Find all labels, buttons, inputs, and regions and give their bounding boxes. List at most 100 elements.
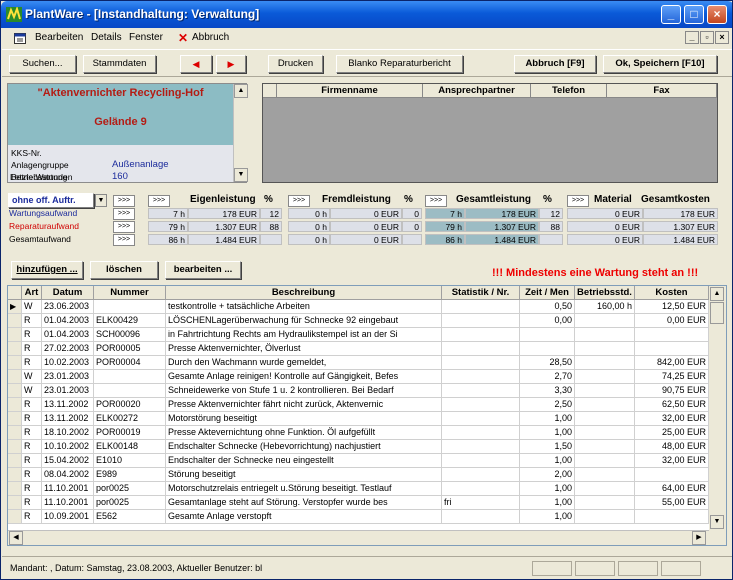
mdi-minimize-button[interactable]: _ xyxy=(685,31,699,44)
col-statistik[interactable]: Statistik / Nr. xyxy=(442,286,520,300)
grid-cell[interactable] xyxy=(575,356,635,370)
grid-cell[interactable] xyxy=(442,454,520,468)
row-selector[interactable] xyxy=(8,440,22,454)
col-firmenname[interactable]: Firmenname xyxy=(277,84,423,98)
minimize-button[interactable]: _ xyxy=(661,5,681,24)
grid-cell[interactable]: R xyxy=(22,342,42,356)
grid-cell[interactable]: Presse Aktenvernichter fährt nicht zurüc… xyxy=(166,398,442,412)
grid-cell[interactable]: E562 xyxy=(94,510,166,524)
grid-cell[interactable]: Gesamtanlage steht auf Störung. Verstopf… xyxy=(166,496,442,510)
row-selector[interactable] xyxy=(8,510,22,524)
stammdaten-button[interactable]: Stammdaten xyxy=(83,55,156,73)
title-bar[interactable]: PlantWare - [Instandhaltung: Verwaltung]… xyxy=(1,1,732,28)
grid-cell[interactable]: in Fahrtrichtung Rechts am Hydraulikstem… xyxy=(166,328,442,342)
grid-cell[interactable]: 1,00 xyxy=(520,510,575,524)
grid-cell[interactable]: 3,30 xyxy=(520,384,575,398)
row-selector[interactable] xyxy=(8,482,22,496)
grid-cell[interactable]: R xyxy=(22,510,42,524)
grid-cell[interactable]: 23.01.2003 xyxy=(42,370,94,384)
grid-cell[interactable] xyxy=(442,468,520,482)
grid-cell[interactable] xyxy=(442,314,520,328)
grid-cell[interactable]: Schneidewerke von Stufe 1 u. 2 kontrolli… xyxy=(166,384,442,398)
grid-cell[interactable]: ELK00429 xyxy=(94,314,166,328)
gesamt-more-button[interactable]: >>> xyxy=(425,195,447,207)
suchen-button[interactable]: Suchen... xyxy=(9,55,76,73)
grid-cell[interactable]: R xyxy=(22,482,42,496)
row-selector[interactable] xyxy=(8,342,22,356)
row-selector[interactable] xyxy=(8,426,22,440)
row-selector[interactable] xyxy=(8,468,22,482)
grid-cell[interactable] xyxy=(520,328,575,342)
grid-cell[interactable]: R xyxy=(22,328,42,342)
ok-speichern-button[interactable]: Ok, Speichern [F10] xyxy=(603,55,717,73)
grid-cell[interactable]: POR00004 xyxy=(94,356,166,370)
grid-cell[interactable] xyxy=(575,496,635,510)
grid-cell[interactable]: POR00019 xyxy=(94,426,166,440)
eigen-more-button[interactable]: >>> xyxy=(148,195,170,207)
grid-cell[interactable] xyxy=(575,370,635,384)
col-betriebsstd[interactable]: Betriebsstd. xyxy=(575,286,635,300)
grid-vertical-scrollbar[interactable]: ▲ ▼ xyxy=(709,286,726,545)
grid-cell[interactable] xyxy=(94,384,166,398)
grid-cell[interactable] xyxy=(442,342,520,356)
scroll-down-icon[interactable]: ▼ xyxy=(234,168,248,182)
grid-cell[interactable]: 1,00 xyxy=(520,482,575,496)
grid-scroll-left-icon[interactable]: ◀ xyxy=(9,531,23,545)
grid-cell[interactable] xyxy=(635,468,709,482)
grid-scroll-thumb[interactable] xyxy=(710,302,724,324)
row-selector[interactable] xyxy=(8,314,22,328)
grid-cell[interactable]: Endschalter Schnecke (Hebevorrichtung) n… xyxy=(166,440,442,454)
grid-cell[interactable]: E989 xyxy=(94,468,166,482)
grid-cell[interactable]: LÖSCHENLagerüberwachung für Schnecke 92 … xyxy=(166,314,442,328)
grid-cell[interactable] xyxy=(442,412,520,426)
mdi-close-button[interactable]: × xyxy=(715,31,729,44)
grid-cell[interactable]: 01.04.2003 xyxy=(42,314,94,328)
grid-cell[interactable]: R xyxy=(22,356,42,370)
grid-cell[interactable] xyxy=(575,412,635,426)
grid-cell[interactable]: 64,00 EUR xyxy=(635,482,709,496)
grid-cell[interactable] xyxy=(442,370,520,384)
grid-cell[interactable]: 1,00 xyxy=(520,496,575,510)
grid-cell[interactable]: 90,75 EUR xyxy=(635,384,709,398)
grid-cell[interactable]: 74,25 EUR xyxy=(635,370,709,384)
row-selector[interactable] xyxy=(8,412,22,426)
grid-cell[interactable]: R xyxy=(22,496,42,510)
grid-cell[interactable]: POR00020 xyxy=(94,398,166,412)
menu-abbruch[interactable]: Abbruch xyxy=(192,32,229,43)
info-scrollbar[interactable]: ▲ ▼ xyxy=(233,84,248,182)
col-kosten[interactable]: Kosten xyxy=(635,286,709,300)
grid-cell[interactable]: 842,00 EUR xyxy=(635,356,709,370)
grid-cell[interactable]: Gesamte Anlage verstopft xyxy=(166,510,442,524)
grid-cell[interactable]: fri xyxy=(442,496,520,510)
grid-cell[interactable]: 1,00 xyxy=(520,426,575,440)
grid-cell[interactable]: ELK00272 xyxy=(94,412,166,426)
menu-details[interactable]: Details xyxy=(91,32,122,43)
grid-cell[interactable]: 2,50 xyxy=(520,398,575,412)
grid-cell[interactable]: R xyxy=(22,412,42,426)
row-selector[interactable] xyxy=(8,454,22,468)
grid-cell[interactable]: R xyxy=(22,398,42,412)
grid-cell[interactable] xyxy=(575,314,635,328)
col-ansprechpartner[interactable]: Ansprechpartner xyxy=(423,84,531,98)
grid-cell[interactable] xyxy=(575,398,635,412)
grid-cell[interactable]: R xyxy=(22,440,42,454)
grid-cell[interactable]: 1,00 xyxy=(520,454,575,468)
grid-cell[interactable]: 32,00 EUR xyxy=(635,454,709,468)
close-button[interactable]: × xyxy=(707,5,727,24)
grid-cell[interactable]: 62,50 EUR xyxy=(635,398,709,412)
grid-cell[interactable]: 2,00 xyxy=(520,468,575,482)
fremd-more-button[interactable]: >>> xyxy=(288,195,310,207)
previous-record-button[interactable]: ◀ xyxy=(180,55,212,73)
grid-horizontal-scrollbar[interactable]: ◀ ▶ xyxy=(8,530,709,545)
chevron-down-icon[interactable]: ▼ xyxy=(95,194,107,207)
grid-cell[interactable]: W xyxy=(22,370,42,384)
row-selector[interactable] xyxy=(8,496,22,510)
grid-cell[interactable]: 0,00 EUR xyxy=(635,314,709,328)
col-art[interactable]: Art xyxy=(22,286,42,300)
grid-cell[interactable] xyxy=(575,328,635,342)
row-selector[interactable]: ▶ xyxy=(8,300,22,314)
grid-cell[interactable]: 10.10.2002 xyxy=(42,440,94,454)
menu-bearbeiten[interactable]: Bearbeiten xyxy=(35,32,83,43)
grid-cell[interactable]: 25,00 EUR xyxy=(635,426,709,440)
grid-cell[interactable]: 1,00 xyxy=(520,412,575,426)
